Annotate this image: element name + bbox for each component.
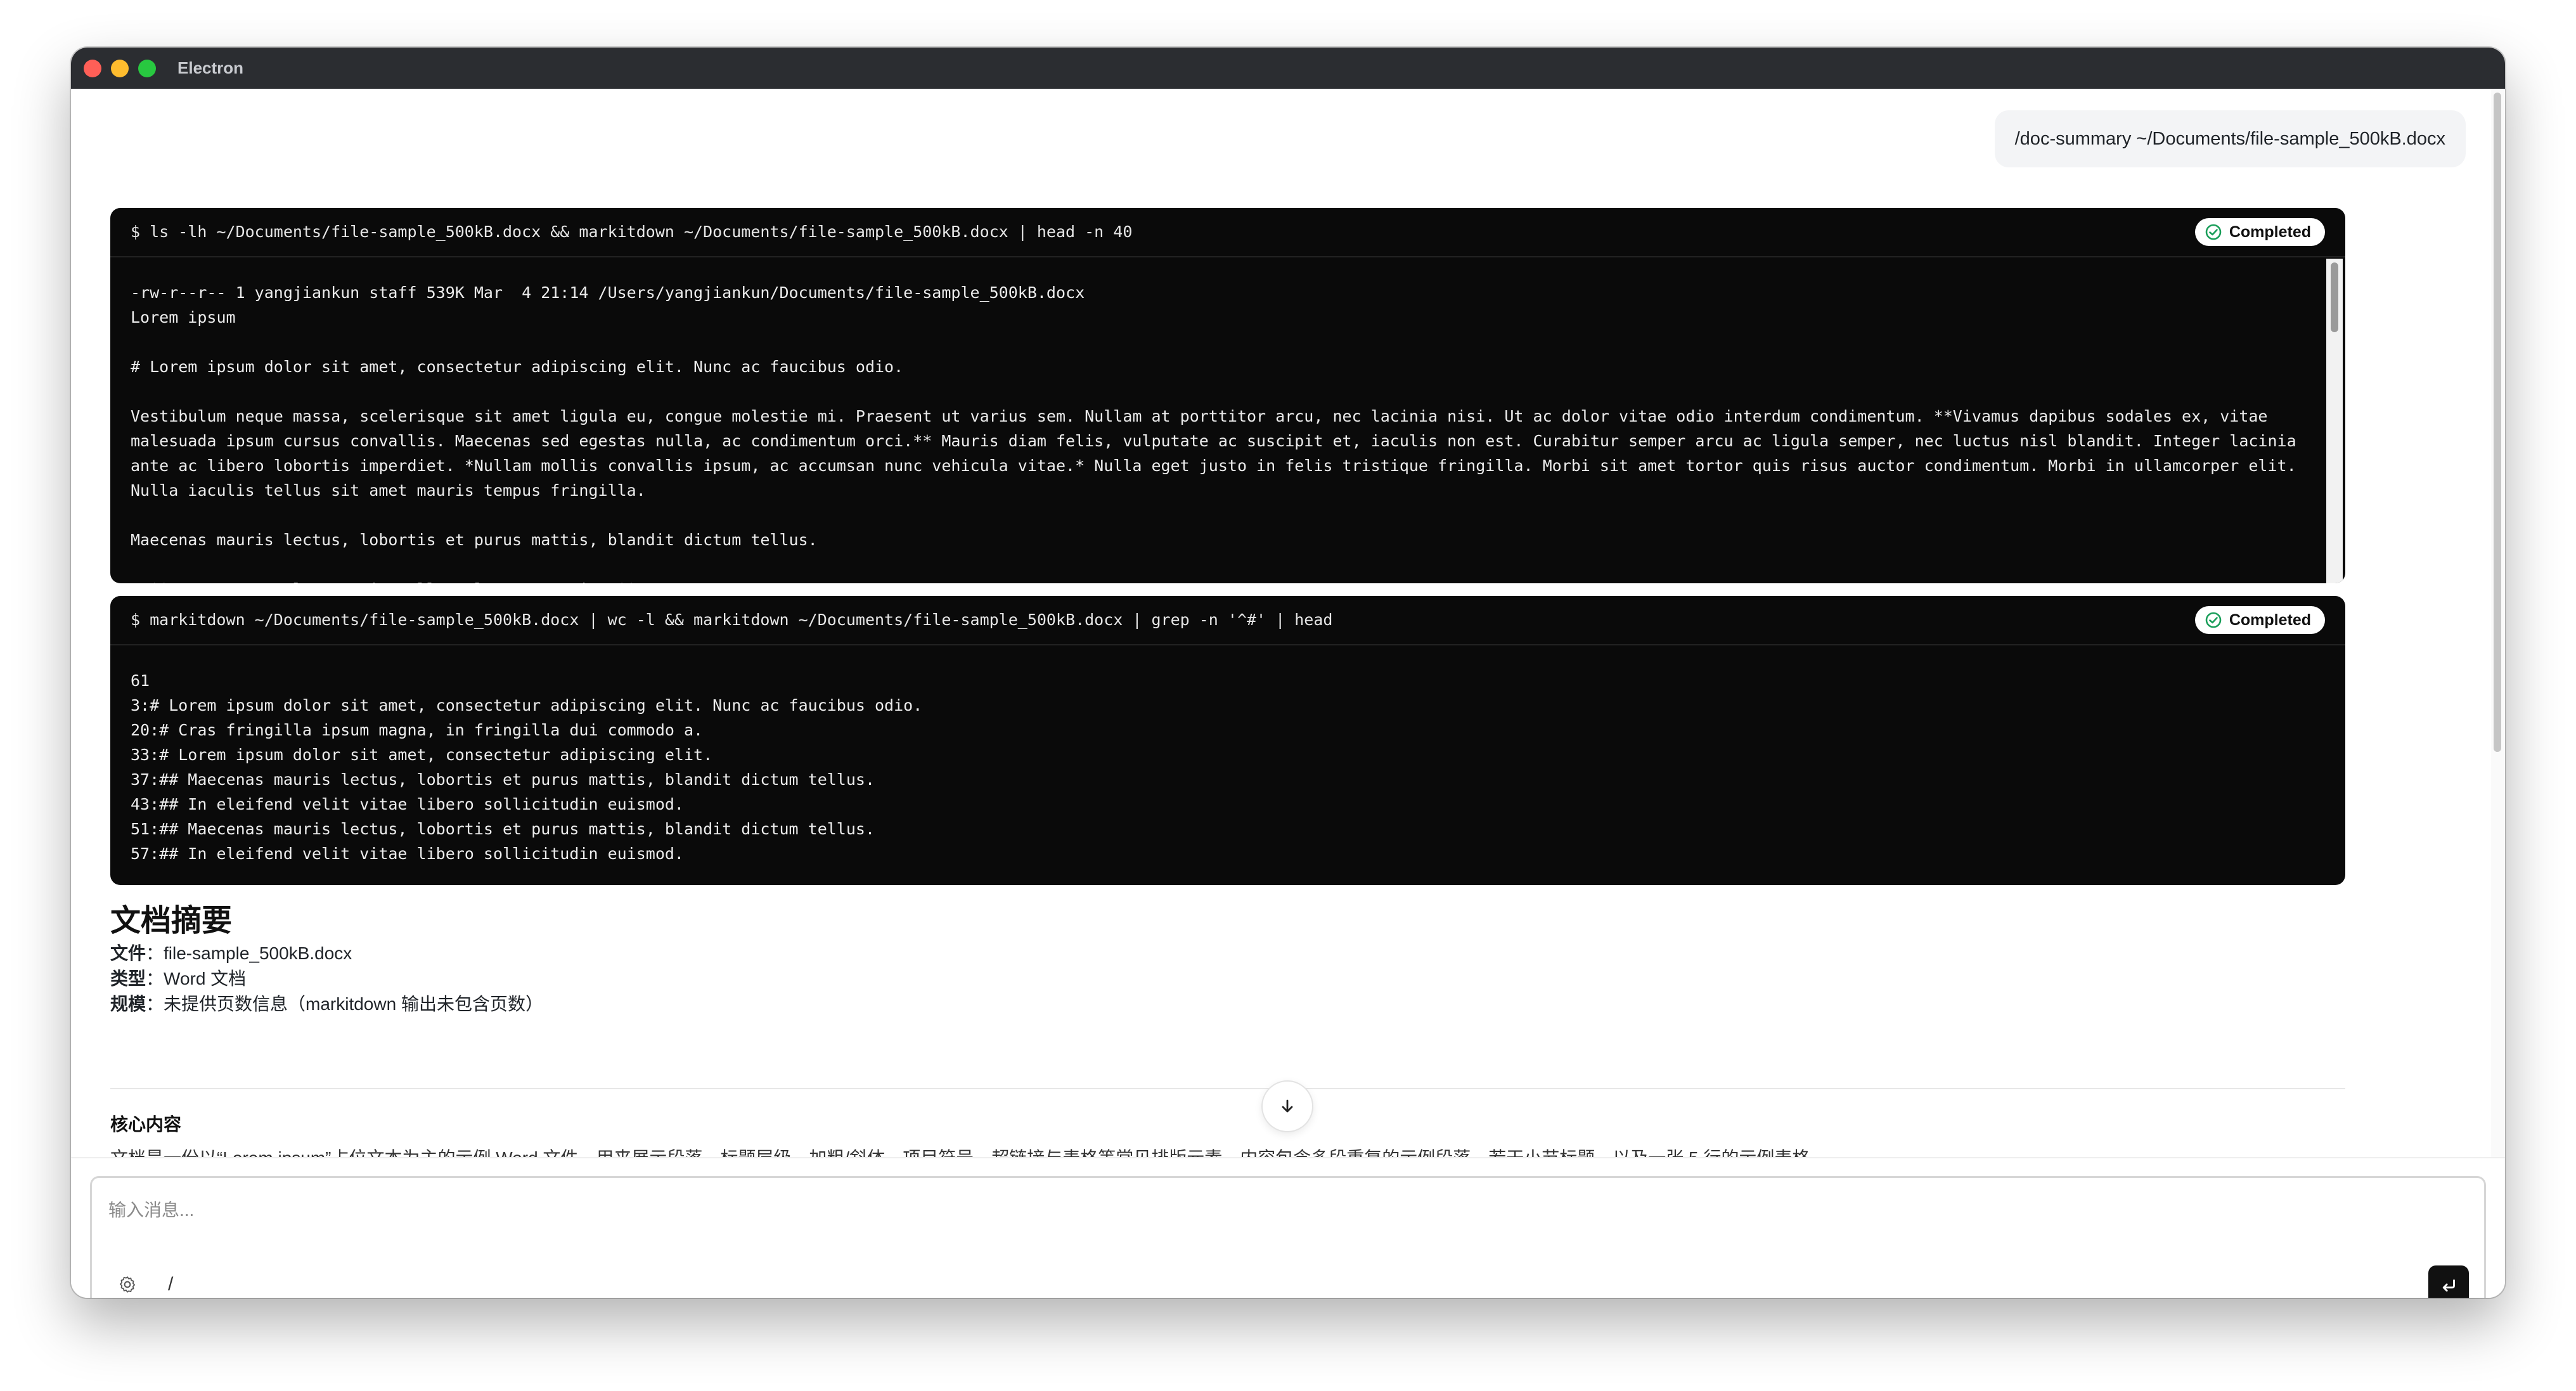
terminal-scrollbar-thumb[interactable] <box>2331 262 2338 332</box>
arrow-down-icon <box>1282 1099 1293 1113</box>
terminal-scrollbar[interactable] <box>2326 259 2343 583</box>
scale-label: 规模 <box>110 994 146 1014</box>
terminal-header: $ ls -lh ~/Documents/file-sample_500kB.d… <box>110 208 2345 257</box>
core-content-text: 文档是一份以“Lorem ipsum”占位文本为主的示例 Word 文件，用来展… <box>110 1144 1827 1157</box>
terminal-header: $ markitdown ~/Documents/file-sample_500… <box>110 596 2345 645</box>
chat-content[interactable]: /doc-summary ~/Documents/file-sample_500… <box>71 89 2505 1157</box>
close-window-button[interactable] <box>84 60 101 77</box>
scale-value: ：未提供页数信息（markitdown 输出未包含页数） <box>146 994 543 1014</box>
title-bar: Electron <box>71 48 2505 89</box>
core-content-heading: 核心内容 <box>110 1115 182 1134</box>
check-circle-icon <box>2205 224 2222 240</box>
page-scrollbar[interactable] <box>2491 89 2505 1157</box>
slash-command-button[interactable]: / <box>168 1272 173 1297</box>
gear-icon <box>120 1276 135 1293</box>
scale-info-line: 规模：未提供页数信息（markitdown 输出未包含页数） <box>110 992 543 1017</box>
terminal-command: $ ls -lh ~/Documents/file-sample_500kB.d… <box>131 223 1133 241</box>
scroll-to-bottom-button[interactable] <box>1261 1080 1313 1132</box>
composer-box: / <box>90 1176 2486 1298</box>
minimize-window-button[interactable] <box>111 60 129 77</box>
window-title: Electron <box>177 58 244 77</box>
page-scrollbar-thumb[interactable] <box>2494 93 2501 752</box>
check-circle-icon <box>2205 612 2222 628</box>
type-label: 类型 <box>110 969 146 988</box>
app-window: Electron /doc-summary ~/Documents/file-s… <box>71 48 2505 1298</box>
type-info-line: 类型：Word 文档 <box>110 966 246 992</box>
status-label: Completed <box>2229 611 2311 629</box>
file-label: 文件 <box>110 943 146 963</box>
settings-button[interactable] <box>115 1272 140 1297</box>
section-divider <box>110 1088 2345 1089</box>
status-badge: Completed <box>2194 218 2325 246</box>
terminal-output: -rw-r--r-- 1 yangjiankun staff 539K Mar … <box>131 283 2296 583</box>
send-button[interactable] <box>2428 1265 2469 1298</box>
message-input[interactable] <box>107 1191 2392 1230</box>
type-value: ：Word 文档 <box>146 969 247 988</box>
file-info-line: 文件：file-sample_500kB.docx <box>110 941 352 966</box>
terminal-block-2: $ markitdown ~/Documents/file-sample_500… <box>110 596 2345 885</box>
composer-area: / <box>71 1157 2505 1298</box>
status-badge: Completed <box>2194 606 2325 634</box>
file-value: ：file-sample_500kB.docx <box>146 943 352 963</box>
status-label: Completed <box>2229 223 2311 241</box>
terminal-command: $ markitdown ~/Documents/file-sample_500… <box>131 611 1333 629</box>
terminal-block-1: $ ls -lh ~/Documents/file-sample_500kB.d… <box>110 208 2345 583</box>
terminal-output: 61 3:# Lorem ipsum dolor sit amet, conse… <box>131 671 923 863</box>
summary-heading: 文档摘要 <box>110 904 233 938</box>
maximize-window-button[interactable] <box>138 60 156 77</box>
enter-icon <box>2442 1279 2455 1292</box>
user-message-bubble: /doc-summary ~/Documents/file-sample_500… <box>1994 110 2466 167</box>
